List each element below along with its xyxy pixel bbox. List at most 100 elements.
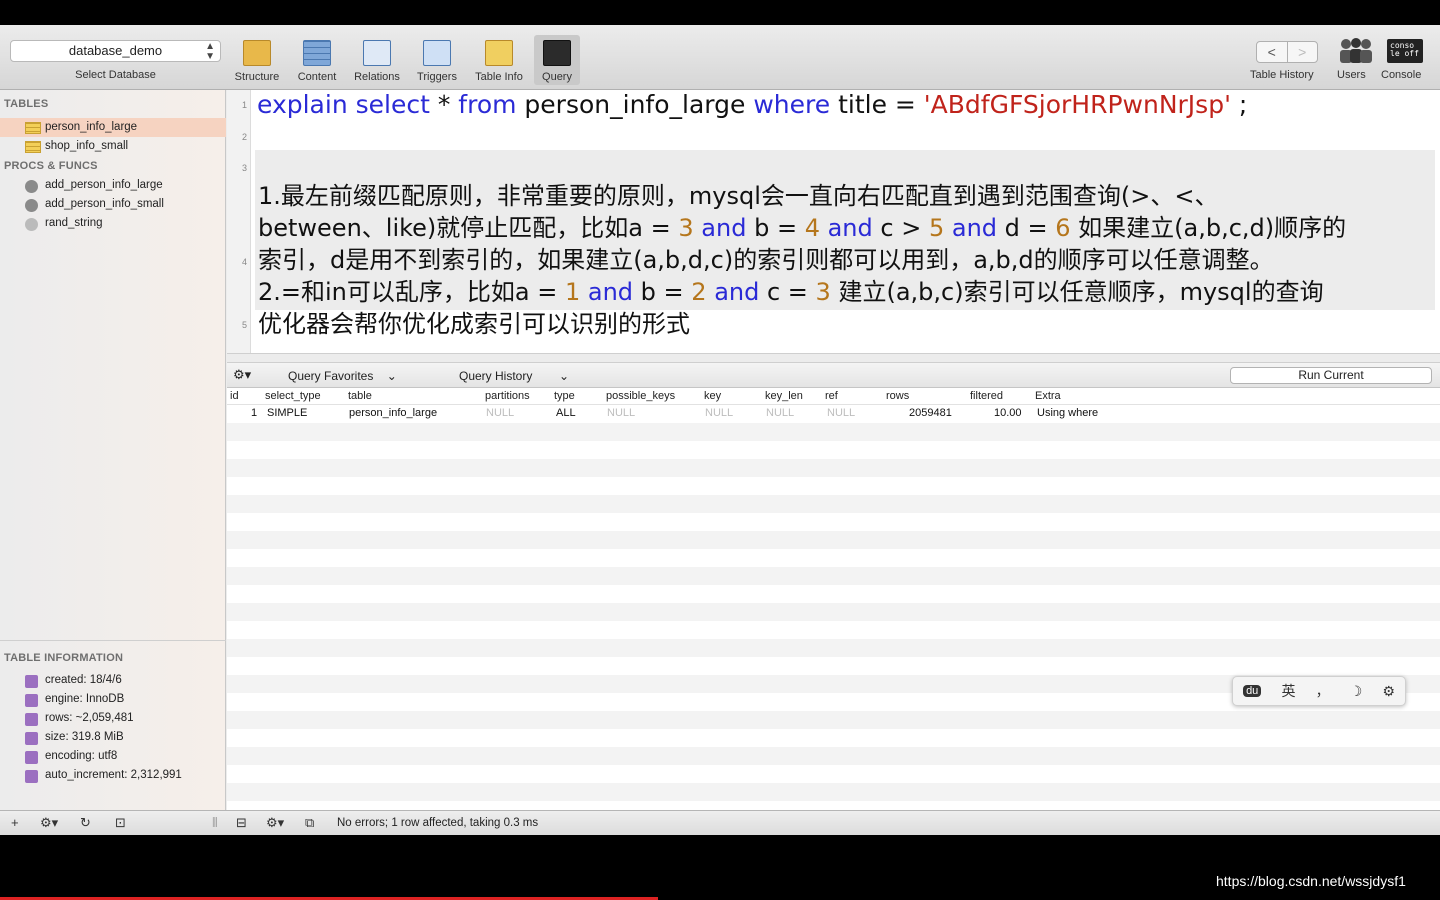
structure-button[interactable]: Structure: [228, 35, 286, 85]
column-header[interactable]: id: [230, 390, 239, 402]
keyword: and: [706, 278, 767, 306]
info-text: size: 319.8 MiB: [45, 731, 124, 743]
empty-row: [227, 567, 1440, 585]
relations-label: Relations: [354, 71, 400, 83]
number: 1: [564, 278, 581, 306]
refresh-icon[interactable]: ↻: [80, 815, 91, 831]
table-row[interactable]: 1 SIMPLE person_info_large NULL ALL NULL…: [227, 405, 1440, 423]
sidebar-divider: [0, 640, 226, 641]
back-button[interactable]: <: [1257, 42, 1287, 62]
column-header[interactable]: rows: [886, 390, 909, 402]
column-header[interactable]: filtered: [970, 390, 1003, 402]
query-editor[interactable]: 1 2 3 4 5 explain select * from person_i…: [227, 90, 1440, 353]
column-header[interactable]: ref: [825, 390, 838, 402]
info-rows: rows: ~2,059,481: [0, 709, 226, 728]
keyword: and: [693, 214, 755, 242]
table-name: person_info_large: [45, 121, 138, 133]
empty-row: [227, 711, 1440, 729]
gear-icon[interactable]: ⚙▾: [266, 815, 284, 831]
comment-line-4: 2.=和in可以乱序，比如a = 1 and b = 2 and c = 3 建…: [258, 272, 1324, 307]
column-header[interactable]: select_type: [265, 390, 321, 402]
number: 6: [1055, 214, 1071, 242]
info-icon: [25, 713, 38, 726]
pane-splitter[interactable]: [227, 353, 1440, 363]
info-created: created: 18/4/6: [0, 671, 226, 690]
info-text: rows: ~2,059,481: [45, 712, 134, 724]
column-header[interactable]: partitions: [485, 390, 530, 402]
sidebar-item-add-person-info-large[interactable]: add_person_info_large: [0, 176, 226, 195]
sidebar-item-shop-info-small[interactable]: shop_info_small: [0, 137, 226, 156]
info-text: encoding: utf8: [45, 750, 118, 762]
table-info-button[interactable]: Table Info: [470, 35, 528, 85]
empty-row: [227, 603, 1440, 621]
resize-handle-icon[interactable]: ⦀: [212, 815, 218, 831]
sql-text: ;: [1230, 90, 1248, 119]
query-history-menu[interactable]: Query History ⌄: [459, 369, 569, 383]
ime-logo-icon[interactable]: du: [1243, 685, 1262, 697]
copy-icon[interactable]: ⧉: [305, 815, 314, 831]
tables-header: TABLES: [4, 98, 49, 110]
triggers-button[interactable]: Triggers: [408, 35, 466, 85]
column-header[interactable]: table: [348, 390, 372, 402]
empty-row: [227, 765, 1440, 783]
number: 3: [815, 278, 831, 306]
empty-row: [227, 549, 1440, 567]
sql-keyword: explain select: [257, 90, 430, 119]
content-button[interactable]: Content: [288, 35, 346, 85]
settings-icon[interactable]: ⚙: [1382, 683, 1395, 700]
number: 5: [928, 214, 945, 242]
cell-filtered: 10.00: [994, 407, 1022, 419]
forward-button[interactable]: >: [1286, 42, 1318, 62]
ime-language-toggle[interactable]: 英: [1281, 681, 1295, 701]
empty-row: [227, 729, 1440, 747]
column-header[interactable]: type: [554, 390, 575, 402]
sidebar-item-person-info-large[interactable]: person_info_large: [0, 118, 226, 137]
query-history-label: Query History: [459, 369, 533, 383]
column-header[interactable]: key_len: [765, 390, 803, 402]
query-favorites-menu[interactable]: Query Favorites ⌄: [288, 369, 397, 383]
number: 3: [678, 214, 694, 242]
comment-text: b =: [640, 278, 692, 306]
info-engine: engine: InnoDB: [0, 690, 226, 709]
database-select[interactable]: database_demo ▲ ▼: [10, 40, 221, 62]
relations-button[interactable]: Relations: [348, 35, 406, 85]
cell-partitions: NULL: [486, 407, 515, 419]
console-icon[interactable]: conso le off: [1387, 39, 1423, 63]
database-select-caption: Select Database: [75, 69, 156, 81]
run-current-button[interactable]: Run Current: [1230, 367, 1432, 384]
sidebar-item-add-person-info-small[interactable]: add_person_info_small: [0, 195, 226, 214]
filter-icon[interactable]: ⊡: [115, 815, 126, 831]
users-label: Users: [1337, 69, 1366, 81]
run-current-label: Run Current: [1298, 368, 1364, 382]
empty-row: [227, 495, 1440, 513]
empty-row: [227, 441, 1440, 459]
table-info-label: Table Info: [475, 71, 523, 83]
column-header[interactable]: Extra: [1035, 390, 1061, 402]
structure-icon: [243, 40, 271, 66]
comment-line-5: 优化器会帮你优化成索引可以识别的形式: [258, 310, 690, 338]
ime-punctuation-toggle[interactable]: ，: [1316, 681, 1330, 701]
column-header[interactable]: possible_keys: [606, 390, 675, 402]
users-icon[interactable]: [1336, 36, 1374, 64]
empty-row: [227, 801, 1440, 810]
add-icon[interactable]: +: [11, 815, 19, 830]
moon-icon[interactable]: ☽: [1350, 683, 1363, 700]
query-button[interactable]: Query: [534, 35, 580, 85]
info-text: engine: InnoDB: [45, 693, 125, 705]
line-number: 3: [241, 163, 247, 173]
gear-icon[interactable]: ⚙▾: [233, 367, 251, 383]
results-header: id select_type table partitions type pos…: [227, 388, 1440, 405]
triggers-icon: [423, 40, 451, 66]
column-header[interactable]: key: [704, 390, 721, 402]
query-favorites-label: Query Favorites: [288, 369, 374, 383]
keyword: and: [819, 214, 881, 242]
empty-row: [227, 639, 1440, 657]
keyword: and: [944, 214, 1005, 242]
toggle-panel-icon[interactable]: ⊟: [236, 815, 247, 831]
sidebar-item-rand-string[interactable]: rand_string: [0, 214, 226, 233]
info-icon: [25, 751, 38, 764]
cell-possible-keys: NULL: [607, 407, 636, 419]
relations-icon: [363, 40, 391, 66]
gear-icon[interactable]: ⚙▾: [40, 815, 58, 831]
info-icon: [25, 694, 38, 707]
